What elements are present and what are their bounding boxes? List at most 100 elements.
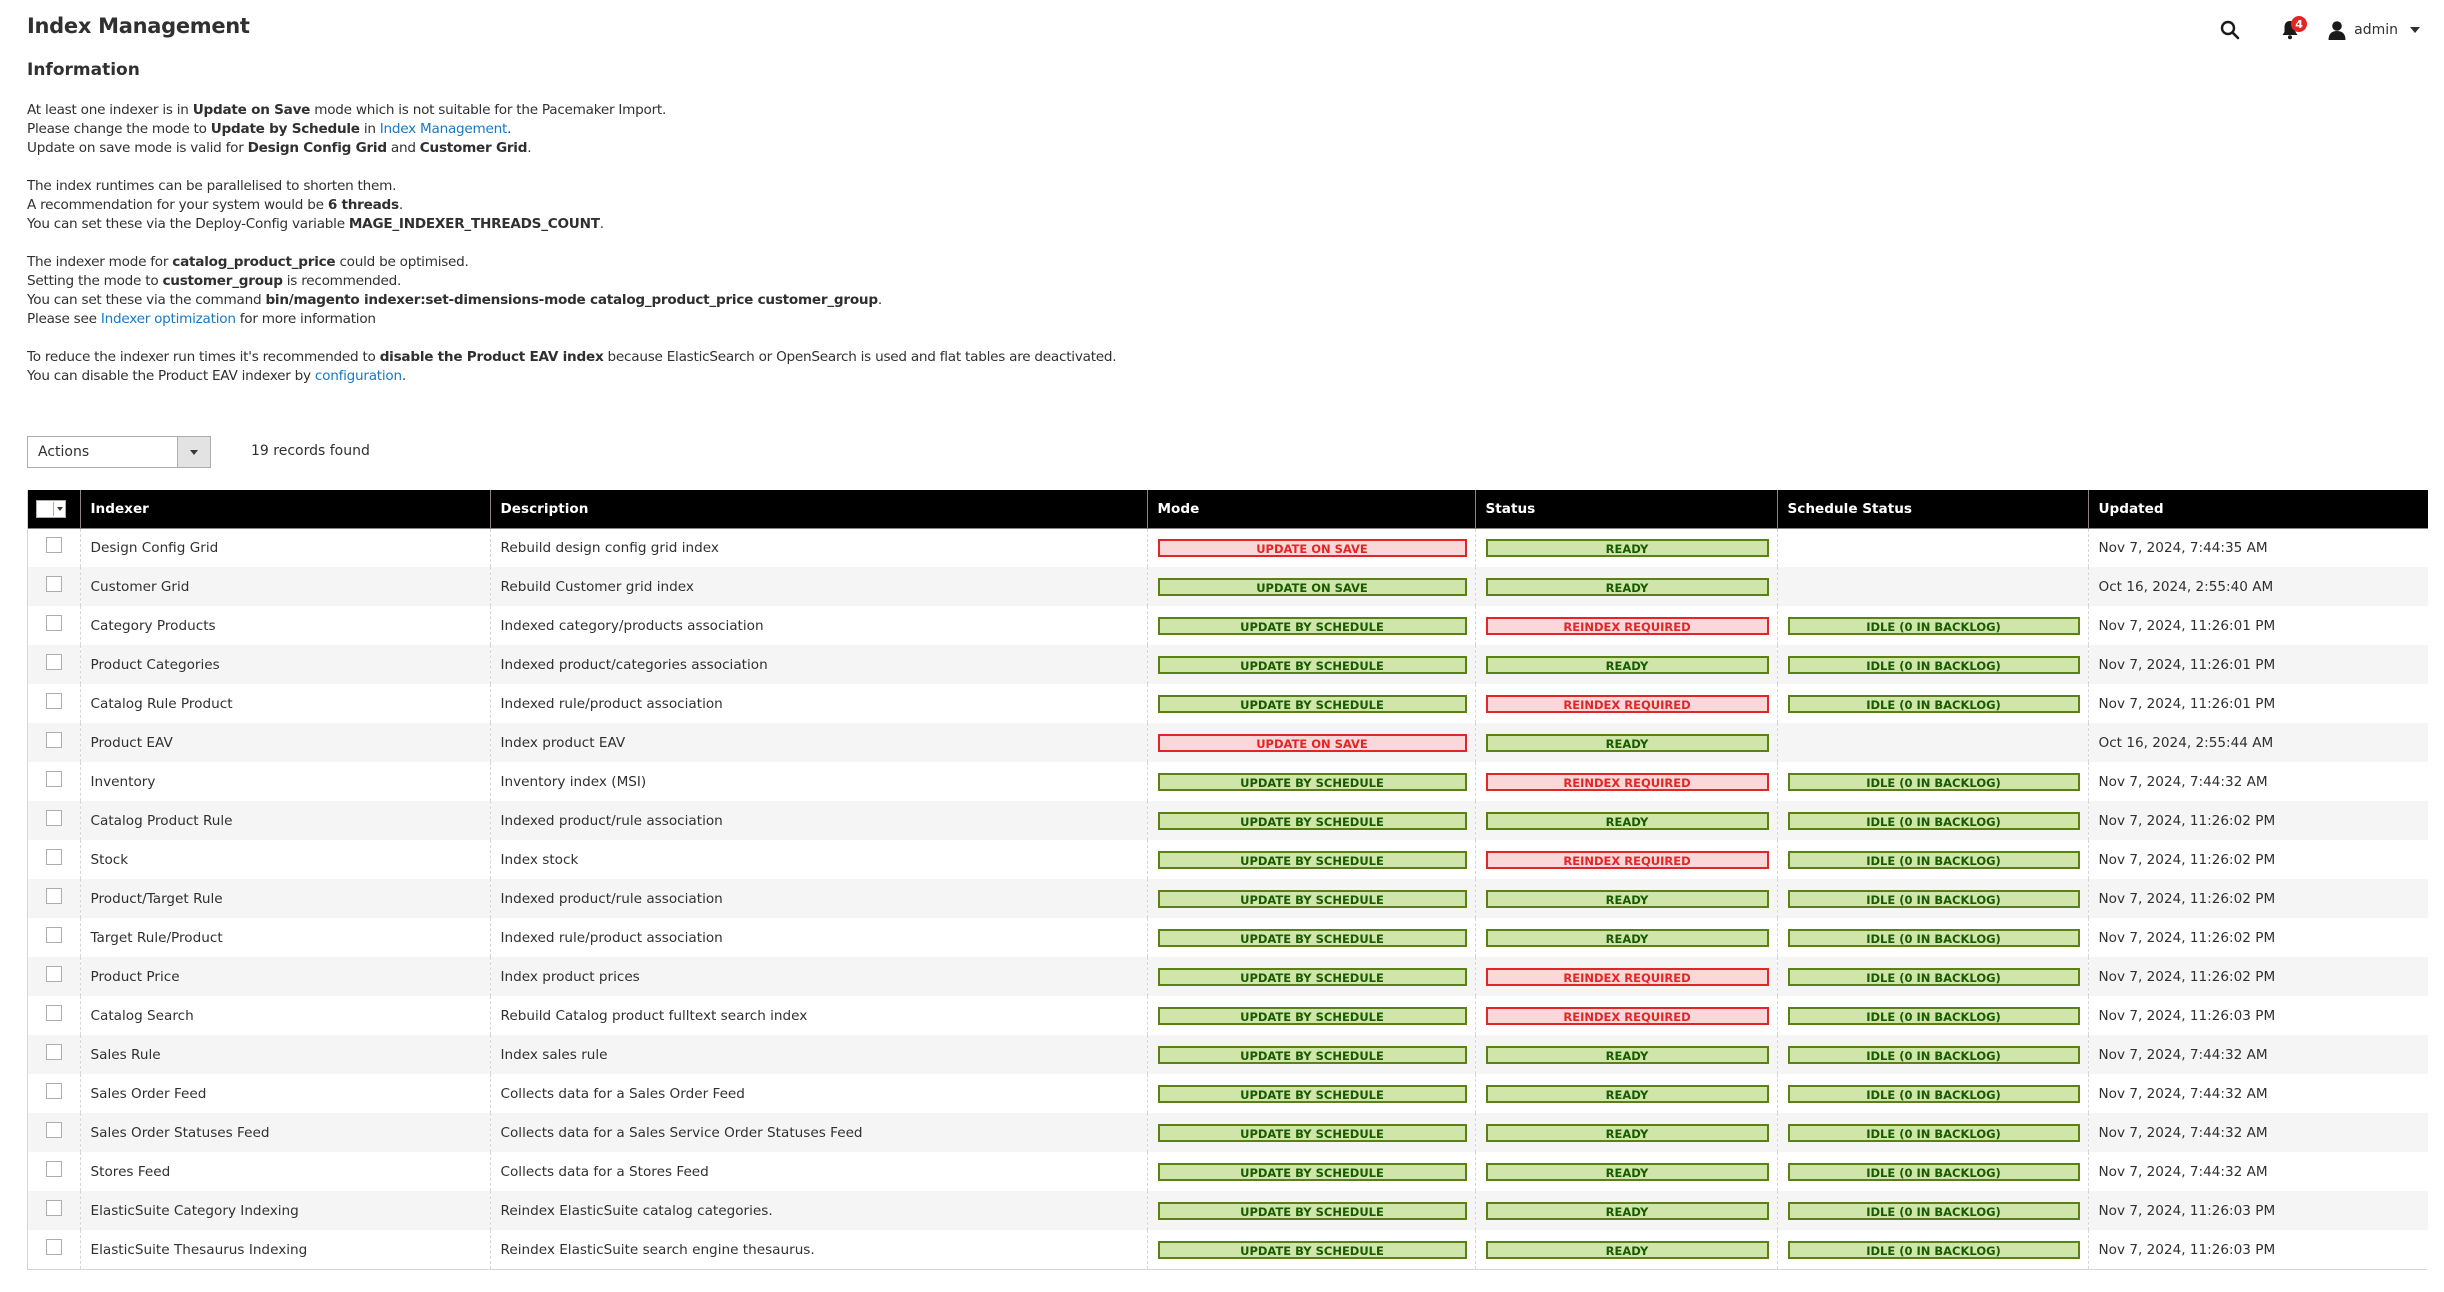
column-header-description[interactable]: Description xyxy=(489,490,1147,529)
mass-select-toggle[interactable] xyxy=(53,501,65,516)
updated-cell: Nov 7, 2024, 11:26:01 PM xyxy=(2087,645,2428,684)
user-name: admin xyxy=(2354,22,2398,38)
schedule-status-cell: IDLE (0 IN BACKLOG) xyxy=(1776,996,2088,1035)
search-icon xyxy=(2220,20,2240,40)
row-select-checkbox[interactable] xyxy=(45,1082,62,1099)
table-row[interactable]: Category Products Indexed category/produc… xyxy=(28,606,2428,645)
column-header-indexer[interactable]: Indexer xyxy=(79,490,490,529)
column-header-schedule-status[interactable]: Schedule Status xyxy=(1776,490,2088,529)
header-actions: 4 admin xyxy=(2210,14,2420,46)
mode-badge: UPDATE BY SCHEDULE xyxy=(1157,1240,1467,1259)
table-row[interactable]: ElasticSuite Thesaurus Indexing Reindex E… xyxy=(28,1230,2428,1269)
schedule-status-badge: IDLE (0 IN BACKLOG) xyxy=(1787,1084,2080,1103)
table-row[interactable]: Product Categories Indexed product/catego… xyxy=(28,645,2428,684)
table-row[interactable]: Product/Target Rule Indexed product/rule … xyxy=(28,879,2428,918)
row-select-cell xyxy=(28,996,80,1035)
row-select-checkbox[interactable] xyxy=(45,848,62,865)
notifications-button[interactable]: 4 xyxy=(2270,14,2310,46)
row-select-checkbox[interactable] xyxy=(45,614,62,631)
description-cell: Collects data for a Sales Service Order … xyxy=(489,1113,1147,1152)
indexer-optimization-link[interactable]: Indexer optimization xyxy=(101,311,236,327)
table-row[interactable]: Design Config Grid Rebuild design config … xyxy=(28,528,2428,567)
updated-cell: Oct 16, 2024, 2:55:40 AM xyxy=(2087,567,2428,606)
table-row[interactable]: Sales Order Feed Collects data for a Sale… xyxy=(28,1074,2428,1113)
indexer-name-cell: Catalog Search xyxy=(79,996,490,1035)
column-header-mode[interactable]: Mode xyxy=(1146,490,1475,529)
status-badge: READY xyxy=(1485,1162,1769,1181)
schedule-status-cell: IDLE (0 IN BACKLOG) xyxy=(1776,957,2088,996)
updated-cell: Nov 7, 2024, 11:26:02 PM xyxy=(2087,840,2428,879)
row-select-checkbox[interactable] xyxy=(45,770,62,787)
column-header-updated[interactable]: Updated xyxy=(2087,490,2428,529)
updated-cell: Nov 7, 2024, 7:44:32 AM xyxy=(2087,1074,2428,1113)
user-menu-button[interactable]: admin xyxy=(2328,20,2420,40)
table-row[interactable]: ElasticSuite Category Indexing Reindex El… xyxy=(28,1191,2428,1230)
row-select-cell xyxy=(28,645,80,684)
updated-cell: Nov 7, 2024, 7:44:32 AM xyxy=(2087,1113,2428,1152)
table-row[interactable]: Product EAV Index product EAV UPDATE ON SA… xyxy=(28,723,2428,762)
table-row[interactable]: Stores Feed Collects data for a Stores Fe… xyxy=(28,1152,2428,1191)
mass-actions-dropdown[interactable]: Actions xyxy=(27,436,211,468)
row-select-cell xyxy=(28,606,80,645)
info-text: At least one indexer is in xyxy=(27,102,193,118)
mass-select-checkbox[interactable] xyxy=(37,501,53,516)
row-select-checkbox[interactable] xyxy=(45,731,62,748)
configuration-link[interactable]: configuration xyxy=(315,368,402,384)
table-row[interactable]: Target Rule/Product Indexed rule/product … xyxy=(28,918,2428,957)
status-cell: READY xyxy=(1474,1191,1777,1230)
updated-cell: Nov 7, 2024, 11:26:02 PM xyxy=(2087,918,2428,957)
description-cell: Indexed rule/product association xyxy=(489,684,1147,723)
status-cell: REINDEX REQUIRED xyxy=(1474,684,1777,723)
row-select-checkbox[interactable] xyxy=(45,1199,62,1216)
row-select-checkbox[interactable] xyxy=(45,926,62,943)
table-row[interactable]: Catalog Rule Product Indexed rule/product… xyxy=(28,684,2428,723)
column-header-status[interactable]: Status xyxy=(1474,490,1777,529)
row-select-checkbox[interactable] xyxy=(45,965,62,982)
mode-cell: UPDATE BY SCHEDULE xyxy=(1146,1152,1475,1191)
row-select-checkbox[interactable] xyxy=(45,653,62,670)
row-select-checkbox[interactable] xyxy=(45,1043,62,1060)
schedule-status-cell xyxy=(1776,528,2088,567)
mass-actions-label: Actions xyxy=(38,444,90,460)
row-select-checkbox[interactable] xyxy=(45,1238,62,1255)
info-block-update-mode: At least one indexer is in Update on Sav… xyxy=(27,101,1116,158)
row-select-checkbox[interactable] xyxy=(45,809,62,826)
updated-cell: Nov 7, 2024, 11:26:03 PM xyxy=(2087,1191,2428,1230)
row-select-cell xyxy=(28,1035,80,1074)
row-select-checkbox[interactable] xyxy=(45,1121,62,1138)
mode-badge: UPDATE BY SCHEDULE xyxy=(1157,616,1467,635)
table-row[interactable]: Stock Index stock UPDATE BY SCHEDULE REINDE… xyxy=(28,840,2428,879)
schedule-status-cell: IDLE (0 IN BACKLOG) xyxy=(1776,1230,2088,1269)
status-cell: READY xyxy=(1474,723,1777,762)
row-select-checkbox[interactable] xyxy=(45,575,62,592)
table-row[interactable]: Catalog Product Rule Indexed product/rule… xyxy=(28,801,2428,840)
row-select-checkbox[interactable] xyxy=(45,1160,62,1177)
table-row[interactable]: Catalog Search Rebuild Catalog product fu… xyxy=(28,996,2428,1035)
info-bold: 6 threads xyxy=(327,197,399,213)
schedule-status-badge: IDLE (0 IN BACKLOG) xyxy=(1787,1201,2080,1220)
mass-actions-toggle[interactable] xyxy=(177,437,210,467)
table-row[interactable]: Sales Rule Index sales rule UPDATE BY SCHE… xyxy=(28,1035,2428,1074)
global-search-button[interactable] xyxy=(2210,14,2250,46)
row-select-checkbox[interactable] xyxy=(45,1004,62,1021)
table-row[interactable]: Inventory Inventory index (MSI) UPDATE BY … xyxy=(28,762,2428,801)
schedule-status-badge: IDLE (0 IN BACKLOG) xyxy=(1787,616,2080,635)
info-text: A recommendation for your system would b… xyxy=(27,197,328,213)
row-select-checkbox[interactable] xyxy=(45,692,62,709)
info-text: You can disable the Product EAV indexer … xyxy=(27,368,315,384)
info-bold: MAGE_INDEXER_THREADS_COUNT xyxy=(348,216,600,232)
status-badge: REINDEX REQUIRED xyxy=(1485,616,1769,635)
info-text: To reduce the indexer run times it's rec… xyxy=(27,349,380,365)
mode-cell: UPDATE BY SCHEDULE xyxy=(1146,645,1475,684)
table-row[interactable]: Customer Grid Rebuild Customer grid index… xyxy=(28,567,2428,606)
table-row[interactable]: Sales Order Statuses Feed Collects data f… xyxy=(28,1113,2428,1152)
row-select-checkbox[interactable] xyxy=(45,536,62,553)
mass-select-dropdown[interactable] xyxy=(36,499,66,518)
status-badge: READY xyxy=(1485,577,1769,596)
mode-cell: UPDATE BY SCHEDULE xyxy=(1146,840,1475,879)
info-text: Update on save mode is valid for xyxy=(27,140,248,156)
table-row[interactable]: Product Price Index product prices UPDATE … xyxy=(28,957,2428,996)
schedule-status-cell: IDLE (0 IN BACKLOG) xyxy=(1776,1113,2088,1152)
row-select-checkbox[interactable] xyxy=(45,887,62,904)
index-management-link[interactable]: Index Management xyxy=(380,121,508,137)
